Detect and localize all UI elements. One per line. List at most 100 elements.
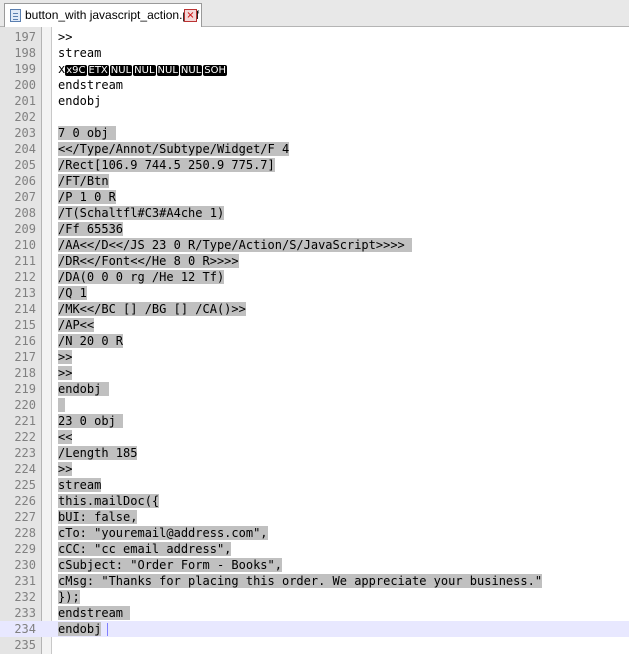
text-caret bbox=[107, 623, 109, 636]
code-line[interactable]: 220 bbox=[0, 397, 629, 413]
code-line[interactable]: 218 >> bbox=[0, 365, 629, 381]
selected-text: }); bbox=[58, 590, 80, 604]
line-number: 224 bbox=[14, 462, 36, 476]
code-editor[interactable]: 197 >> 198 stream 199 xx9C ETX NUL NUL NUL NUL SOH 2… bbox=[0, 27, 629, 654]
code-line[interactable]: 199 xx9C ETX NUL NUL NUL NUL SOH bbox=[0, 61, 629, 77]
code-line[interactable]: 227 bUI: false, bbox=[0, 509, 629, 525]
line-text: /Length 185 bbox=[58, 445, 138, 461]
line-number: 218 bbox=[14, 366, 36, 380]
line-text: /P 1 0 R bbox=[58, 189, 116, 205]
code-line[interactable]: 208/T(Schaltfl#C3#A4che 1) bbox=[0, 205, 629, 221]
code-line[interactable]: 231 cMsg: "Thanks for placing this order.… bbox=[0, 573, 629, 589]
code-line[interactable]: 203 7 0 obj bbox=[0, 125, 629, 141]
code-line[interactable]: 200 endstream bbox=[0, 77, 629, 93]
selected-text: endstream bbox=[58, 606, 131, 620]
text: endobj bbox=[58, 94, 102, 108]
code-line[interactable]: 205/Rect[106.9 744.5 250.9 775.7] bbox=[0, 157, 629, 173]
code-line[interactable]: 211/DR<</Font<</He 8 0 R>>>> bbox=[0, 253, 629, 269]
code-line[interactable]: 234 endobj bbox=[0, 621, 629, 637]
selected-text: /N 20 0 R bbox=[58, 334, 124, 348]
code-line[interactable]: 232}); bbox=[0, 589, 629, 605]
code-line[interactable]: 201 endobj bbox=[0, 93, 629, 109]
line-number: 199 bbox=[14, 62, 36, 76]
line-number: 216 bbox=[14, 334, 36, 348]
selected-text: /Q 1 bbox=[58, 286, 87, 300]
line-number: 201 bbox=[14, 94, 36, 108]
line-number: 202 bbox=[14, 110, 36, 124]
selected-text: <</Type/Annot/Subtype/Widget/F 4 bbox=[58, 142, 290, 156]
control-char: NUL bbox=[156, 65, 179, 76]
text: >> bbox=[58, 30, 73, 44]
selected-text: >> bbox=[58, 462, 73, 476]
line-number: 235 bbox=[14, 638, 36, 652]
line-text: /Ff 65536 bbox=[58, 221, 124, 237]
code-line[interactable]: 215/AP<< bbox=[0, 317, 629, 333]
line-text: 23 0 obj bbox=[58, 413, 124, 429]
line-text: endobj bbox=[58, 381, 109, 397]
code-line[interactable]: 226 this.mailDoc({ bbox=[0, 493, 629, 509]
line-number: 210 bbox=[14, 238, 36, 252]
code-line[interactable]: 197 >> bbox=[0, 29, 629, 45]
document-icon bbox=[10, 9, 21, 22]
selected-text: /T(Schaltfl#C3#A4che 1) bbox=[58, 206, 225, 220]
line-text: /AA<</D<</JS 23 0 R/Type/Action/S/JavaSc… bbox=[58, 237, 413, 253]
code-line[interactable]: 223/Length 185 bbox=[0, 445, 629, 461]
code-line[interactable]: 212/DA(0 0 0 rg /He 12 Tf) bbox=[0, 269, 629, 285]
code-line[interactable]: 228 cTo: "youremail@address.com", bbox=[0, 525, 629, 541]
line-number: 212 bbox=[14, 270, 36, 284]
line-text: bUI: false, bbox=[58, 509, 138, 525]
code-line[interactable]: 233 endstream bbox=[0, 605, 629, 621]
control-char: SOH bbox=[203, 65, 228, 76]
line-number: 233 bbox=[14, 606, 36, 620]
line-text bbox=[58, 397, 66, 413]
code-line[interactable]: 207/P 1 0 R bbox=[0, 189, 629, 205]
code-line[interactable]: 224 >> bbox=[0, 461, 629, 477]
editor-lines[interactable]: 197 >> 198 stream 199 xx9C ETX NUL NUL NUL NUL SOH 2… bbox=[0, 29, 629, 653]
code-line[interactable]: 217 >> bbox=[0, 349, 629, 365]
code-line[interactable]: 229 cCC: "cc email address", bbox=[0, 541, 629, 557]
line-number: 208 bbox=[14, 206, 36, 220]
control-char: NUL bbox=[179, 65, 203, 76]
selected-text: /FT/Btn bbox=[58, 174, 109, 188]
line-text: /MK<</BC [] /BG [] /CA()>> bbox=[58, 301, 246, 317]
selected-text: /DR<</Font<</He 8 0 R>>>> bbox=[58, 254, 239, 268]
selected-text: << bbox=[58, 430, 73, 444]
selected-text: this.mailDoc({ bbox=[58, 494, 160, 508]
line-number: 229 bbox=[14, 542, 36, 556]
line-number: 215 bbox=[14, 318, 36, 332]
code-line[interactable]: 230 cSubject: "Order Form - Books", bbox=[0, 557, 629, 573]
code-line[interactable]: 225 stream bbox=[0, 477, 629, 493]
close-icon[interactable]: × bbox=[184, 9, 197, 22]
control-char: NUL bbox=[133, 65, 156, 76]
line-text: << bbox=[58, 429, 73, 445]
code-line[interactable]: 213/Q 1 bbox=[0, 285, 629, 301]
code-line[interactable]: 221 23 0 obj bbox=[0, 413, 629, 429]
code-line[interactable]: 209/Ff 65536 bbox=[0, 221, 629, 237]
code-line[interactable]: 204 <</Type/Annot/Subtype/Widget/F 4 bbox=[0, 141, 629, 157]
code-line[interactable]: 210/AA<</D<</JS 23 0 R/Type/Action/S/Jav… bbox=[0, 237, 629, 253]
selected-text: bUI: false, bbox=[58, 510, 138, 524]
line-number: 198 bbox=[14, 46, 36, 60]
code-line[interactable]: 214/MK<</BC [] /BG [] /CA()>> bbox=[0, 301, 629, 317]
code-line[interactable]: 216/N 20 0 R bbox=[0, 333, 629, 349]
code-line[interactable]: 219 endobj bbox=[0, 381, 629, 397]
selected-text: stream bbox=[58, 478, 102, 492]
selected-text: /MK<</BC [] /BG [] /CA()>> bbox=[58, 302, 246, 316]
line-text: stream bbox=[58, 45, 101, 61]
line-number: 204 bbox=[14, 142, 36, 156]
line-number: 206 bbox=[14, 174, 36, 188]
code-line[interactable]: 202 bbox=[0, 109, 629, 125]
line-number: 225 bbox=[14, 478, 36, 492]
code-line[interactable]: 198 stream bbox=[0, 45, 629, 61]
code-line[interactable]: 206/FT/Btn bbox=[0, 173, 629, 189]
code-line[interactable]: 222 << bbox=[0, 429, 629, 445]
file-tab[interactable]: button_with javascript_action.pdf × bbox=[4, 3, 202, 27]
line-text: >> bbox=[58, 365, 73, 381]
line-text: >> bbox=[58, 461, 73, 477]
line-number: 213 bbox=[14, 286, 36, 300]
line-text: cMsg: "Thanks for placing this order. We… bbox=[58, 573, 543, 589]
tab-bar: button_with javascript_action.pdf × bbox=[0, 0, 629, 27]
line-text: /T(Schaltfl#C3#A4che 1) bbox=[58, 205, 225, 221]
line-text: /DA(0 0 0 rg /He 12 Tf) bbox=[58, 269, 225, 285]
code-line[interactable]: 235 bbox=[0, 637, 629, 653]
